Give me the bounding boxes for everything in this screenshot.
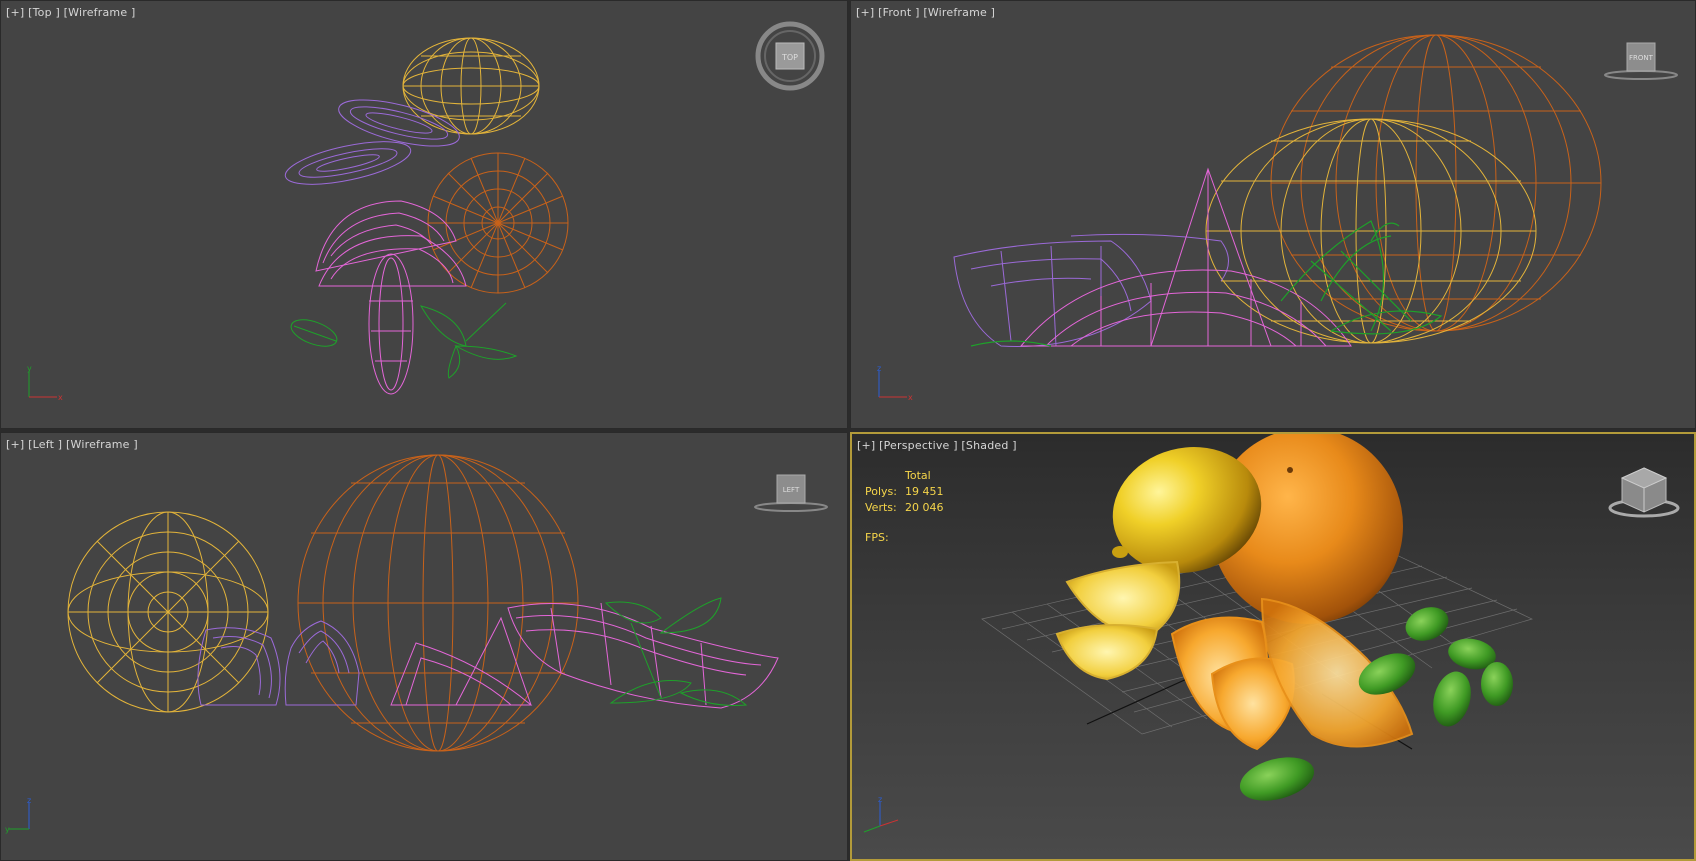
axis-tripod-icon: z x	[877, 364, 913, 402]
axis-tripod-icon: y x	[27, 364, 63, 402]
lemon-wireframe	[402, 37, 540, 135]
orange-slice-wireframe	[315, 200, 467, 395]
viewcube-face-label: TOP	[781, 53, 798, 62]
viewcube-icon[interactable]: TOP	[755, 21, 825, 91]
svg-text:x: x	[58, 393, 63, 402]
orange-wireframe	[297, 454, 579, 752]
orange-wireframe	[1270, 34, 1602, 332]
axis-tripod-icon: z	[863, 796, 899, 833]
lemon-wireframe	[67, 511, 269, 713]
axis-tripod-icon: z y	[5, 796, 31, 834]
viewcube-icon[interactable]: FRONT	[1601, 39, 1681, 83]
lemon-slice-wireframe	[953, 233, 1229, 347]
lemon-slice-wireframe	[284, 99, 460, 185]
lemon-slice-wireframe	[197, 620, 360, 706]
viewport-top[interactable]: [+] [Top ] [Wireframe ] TOP y x	[0, 0, 848, 429]
svg-text:z: z	[877, 364, 881, 373]
svg-text:z: z	[878, 796, 882, 804]
viewcube-face-label: FRONT	[1629, 54, 1654, 62]
viewport-left[interactable]: [+] [Left ] [Wireframe ] LEFT z y	[0, 432, 848, 861]
mint-wireframe	[604, 597, 748, 706]
viewcube-icon[interactable]	[1604, 464, 1684, 524]
svg-text:x: x	[908, 393, 913, 402]
viewcube-face-label: LEFT	[783, 486, 800, 494]
viewcube-icon[interactable]: LEFT	[751, 471, 831, 515]
lemon-wireframe	[1205, 118, 1537, 344]
shaded-perspective-scene	[981, 434, 1533, 801]
wireframe-front-scene	[953, 34, 1602, 347]
svg-text:y: y	[27, 364, 32, 373]
orange-slice-wireframe	[390, 602, 779, 709]
viewport-perspective[interactable]: [+] [Perspective ] [Shaded ] Total Polys…	[850, 432, 1696, 861]
wireframe-top-scene	[284, 37, 569, 395]
wireframe-left-scene	[67, 454, 779, 752]
svg-text:z: z	[27, 796, 31, 805]
svg-text:y: y	[5, 825, 10, 834]
mint-wireframe	[290, 302, 518, 379]
viewport-front[interactable]: [+] [Front ] [Wireframe ] FRONT z x	[850, 0, 1696, 429]
